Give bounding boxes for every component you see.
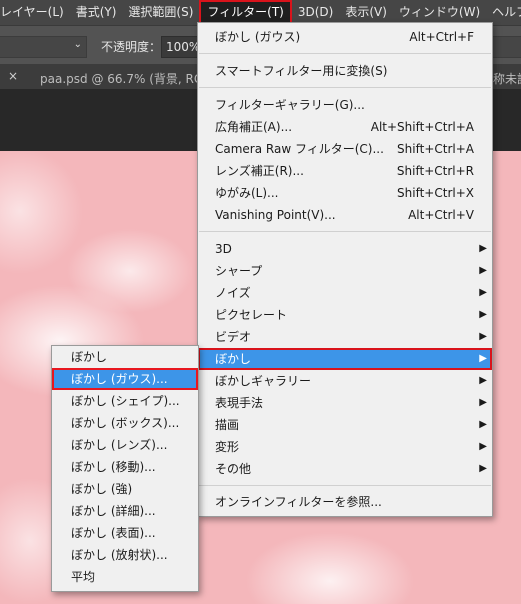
shortcut-label: Alt+Ctrl+V [408,208,474,222]
menu-item-browse-online-filters[interactable]: オンラインフィルターを参照... [198,491,492,513]
mode-dropdown[interactable]: ⌄ [0,36,87,58]
menu-item-render[interactable]: 描画 ▶ [198,414,492,436]
options-dropdown-right[interactable] [491,36,521,58]
menu-item-video[interactable]: ビデオ ▶ [198,326,492,348]
submenu-item-gaussian-blur[interactable]: ぼかし (ガウス)... [52,368,198,390]
menu-item-vanishing-point[interactable]: Vanishing Point(V)... Alt+Ctrl+V [198,204,492,226]
shortcut-label: Shift+Ctrl+A [397,142,474,156]
menu-separator [199,231,491,232]
menu-item-filter-gallery[interactable]: フィルターギャラリー(G)... [198,94,492,116]
submenu-item-motion-blur[interactable]: ぼかし (移動)... [52,456,198,478]
menu-separator [199,87,491,88]
menu-item-last-filter[interactable]: ぼかし (ガウス) Alt+Ctrl+F [198,26,492,48]
shortcut-label: Alt+Shift+Ctrl+A [370,120,474,134]
submenu-item-shape-blur[interactable]: ぼかし (シェイプ)... [52,390,198,412]
menu-item-pixelate[interactable]: ピクセレート ▶ [198,304,492,326]
submenu-item-smart-blur[interactable]: ぼかし (詳細)... [52,500,198,522]
menu-separator [199,53,491,54]
menu-item-blur[interactable]: ぼかし ▶ [198,348,492,370]
shortcut-label: Shift+Ctrl+R [396,164,474,178]
submenu-item-lens-blur[interactable]: ぼかし (レンズ)... [52,434,198,456]
menu-item-blur-gallery[interactable]: ぼかしギャラリー ▶ [198,370,492,392]
close-icon[interactable]: × [8,69,18,83]
shortcut-label: Shift+Ctrl+X [397,186,474,200]
submenu-arrow-icon: ▶ [479,331,487,342]
menu-item-adaptive-wide-angle[interactable]: 広角補正(A)... Alt+Shift+Ctrl+A [198,116,492,138]
submenu-arrow-icon: ▶ [479,243,487,254]
submenu-item-box-blur[interactable]: ぼかし (ボックス)... [52,412,198,434]
menu-type[interactable]: 書式(Y) [70,0,123,25]
menu-item-noise[interactable]: ノイズ ▶ [198,282,492,304]
submenu-arrow-icon: ▶ [479,441,487,452]
menu-item-sharpen[interactable]: シャープ ▶ [198,260,492,282]
menu-layer[interactable]: レイヤー(L) [0,0,70,25]
submenu-item-blur[interactable]: ぼかし [52,346,198,368]
submenu-arrow-icon: ▶ [479,309,487,320]
menu-item-liquify[interactable]: ゆがみ(L)... Shift+Ctrl+X [198,182,492,204]
menu-item-3d[interactable]: 3D ▶ [198,238,492,260]
submenu-arrow-icon: ▶ [479,463,487,474]
menu-item-other[interactable]: その他 ▶ [198,458,492,480]
submenu-arrow-icon: ▶ [479,287,487,298]
submenu-arrow-icon: ▶ [479,397,487,408]
submenu-item-surface-blur[interactable]: ぼかし (表面)... [52,522,198,544]
blur-submenu: ぼかし ぼかし (ガウス)... ぼかし (シェイプ)... ぼかし (ボックス… [51,345,199,592]
menu-item-distort[interactable]: 変形 ▶ [198,436,492,458]
menu-item-stylize[interactable]: 表現手法 ▶ [198,392,492,414]
submenu-arrow-icon: ▶ [479,353,487,364]
filter-menu: ぼかし (ガウス) Alt+Ctrl+F スマートフィルター用に変換(S) フィ… [197,22,493,517]
menu-item-camera-raw[interactable]: Camera Raw フィルター(C)... Shift+Ctrl+A [198,138,492,160]
opacity-label: 不透明度： [101,40,162,54]
menu-item-convert-smart-filter[interactable]: スマートフィルター用に変換(S) [198,60,492,82]
shortcut-label: Alt+Ctrl+F [409,30,474,44]
submenu-arrow-icon: ▶ [479,419,487,430]
chevron-down-icon: ⌄ [73,39,82,50]
menu-separator [199,485,491,486]
submenu-item-average[interactable]: 平均 [52,566,198,588]
submenu-item-blur-more[interactable]: ぼかし (強) [52,478,198,500]
document-tab[interactable]: paa.psd @ 66.7% (背景, RGB [40,70,211,87]
submenu-item-radial-blur[interactable]: ぼかし (放射状)... [52,544,198,566]
menu-select[interactable]: 選択範囲(S) [122,0,199,25]
submenu-arrow-icon: ▶ [479,375,487,386]
submenu-arrow-icon: ▶ [479,265,487,276]
menu-item-lens-correction[interactable]: レンズ補正(R)... Shift+Ctrl+R [198,160,492,182]
document-tab-second[interactable]: 称未設 [493,70,521,87]
